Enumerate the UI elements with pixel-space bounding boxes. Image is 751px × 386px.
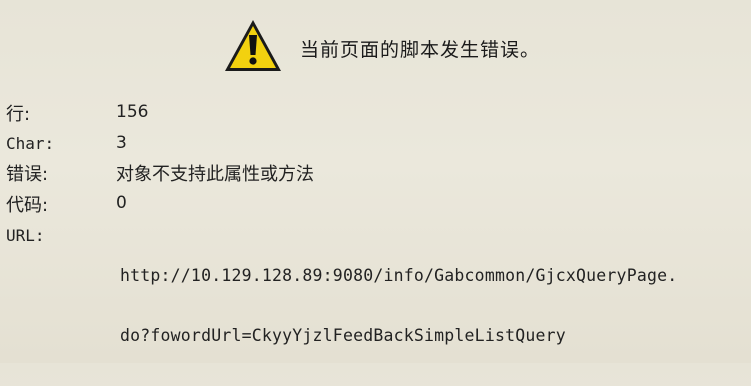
line-label: 行: <box>6 104 31 125</box>
code-label: 代码: <box>6 195 49 216</box>
url-label: URL: <box>6 226 45 245</box>
code-value: 0 <box>116 193 127 213</box>
warning-icon <box>225 20 281 71</box>
line-value: 156 <box>116 102 149 122</box>
error-label: 错误: <box>6 164 49 185</box>
error-value: 对象不支持此属性或方法 <box>116 164 314 185</box>
url-value: http://10.129.128.89:9080/info/Gabcommon… <box>120 226 677 386</box>
error-message: 当前页面的脚本发生错误。 <box>300 38 541 61</box>
url-value-line-1: http://10.129.128.89:9080/info/Gabcommon… <box>120 266 678 285</box>
url-value-line-2: do?fowordUrl=CkyyYjzlFeedBackSimpleListQ… <box>120 326 566 345</box>
script-error-dialog: 当前页面的脚本发生错误。 行: 156 Char: 3 错误: 对象不支持此属性… <box>0 0 751 363</box>
char-label: Char: <box>6 134 55 153</box>
char-value: 3 <box>116 133 127 153</box>
dialog-header: 当前页面的脚本发生错误。 <box>222 14 540 78</box>
